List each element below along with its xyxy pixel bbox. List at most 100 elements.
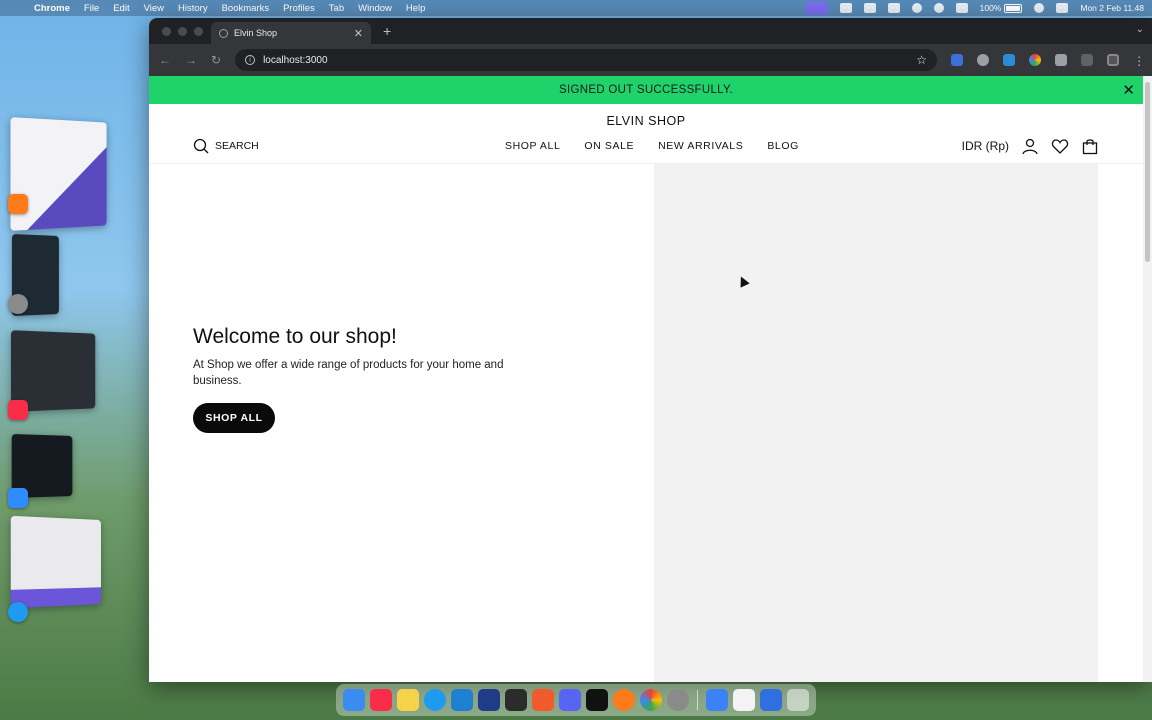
search-button[interactable]: SEARCH xyxy=(193,138,259,154)
document-icon[interactable] xyxy=(733,689,755,711)
site-header-nav: SEARCH SHOP ALL ON SALE NEW ARRIVALS BLO… xyxy=(149,128,1143,164)
header-actions: IDR (Rp) xyxy=(962,137,1099,155)
menubar-item-view[interactable]: View xyxy=(144,3,164,14)
page-scrollbar[interactable] xyxy=(1143,76,1152,682)
hero-image-placeholder xyxy=(654,164,1098,682)
control-center-icon[interactable] xyxy=(1056,3,1068,13)
search-icon xyxy=(193,138,209,154)
vscode-icon[interactable] xyxy=(451,689,473,711)
reload-icon[interactable]: ↻ xyxy=(211,53,221,67)
notes-icon[interactable] xyxy=(397,689,419,711)
forward-arrow-icon[interactable]: → xyxy=(185,53,197,67)
back-arrow-icon[interactable]: ← xyxy=(159,53,171,67)
chevron-down-icon[interactable]: ⌄ xyxy=(1136,24,1144,35)
music-icon xyxy=(8,400,28,420)
terminal-icon[interactable] xyxy=(586,689,608,711)
trash-icon[interactable] xyxy=(787,689,809,711)
nav-new-arrivals[interactable]: NEW ARRIVALS xyxy=(658,140,743,152)
puzzle-icon[interactable] xyxy=(1081,54,1093,66)
status-app-icon[interactable] xyxy=(840,3,852,13)
color-picker-icon[interactable] xyxy=(1029,54,1041,66)
banner-message: SIGNED OUT SUCCESSFULLY. xyxy=(559,84,733,96)
css-app-icon[interactable] xyxy=(706,689,728,711)
close-icon[interactable]: ✕ xyxy=(354,27,363,40)
menubar-clock[interactable]: Mon 2 Feb 11.48 xyxy=(1080,3,1144,13)
currency-selector[interactable]: IDR (Rp) xyxy=(962,139,1009,153)
screen-record-icon[interactable] xyxy=(806,2,828,15)
tab-title: Elvin Shop xyxy=(234,28,348,38)
firefox-icon[interactable] xyxy=(613,689,635,711)
menubar-item-file[interactable]: File xyxy=(84,3,99,14)
chrome-window: Elvin Shop ✕ + ⌄ ← → ↻ i localhost:3000 … xyxy=(149,18,1152,682)
safari-icon[interactable] xyxy=(424,689,446,711)
git-app-icon[interactable] xyxy=(532,689,554,711)
bluetooth-icon[interactable] xyxy=(956,3,968,13)
menubar-app-name[interactable]: Chrome xyxy=(34,3,70,14)
shopping-bag-icon[interactable] xyxy=(1081,137,1099,155)
firefox-icon xyxy=(8,194,28,214)
hero-title: Welcome to our shop! xyxy=(193,325,654,349)
stage-window-thumbnail[interactable] xyxy=(11,516,101,608)
finder-icon[interactable] xyxy=(343,689,365,711)
hero-text-panel: Welcome to our shop! At Shop we offer a … xyxy=(149,164,654,682)
menubar-item-bookmarks[interactable]: Bookmarks xyxy=(222,3,270,14)
clock-icon[interactable] xyxy=(912,3,922,13)
site-logo[interactable]: ELVIN SHOP xyxy=(149,114,1143,128)
browser-toolbar: ← → ↻ i localhost:3000 ☆ ⋮ xyxy=(149,44,1152,76)
extension-icon[interactable] xyxy=(951,54,963,66)
menubar-item-tab[interactable]: Tab xyxy=(329,3,344,14)
heart-icon[interactable] xyxy=(1051,137,1069,155)
react-devtools-icon[interactable] xyxy=(977,54,989,66)
discord-icon[interactable] xyxy=(559,689,581,711)
extension-icon[interactable] xyxy=(1055,54,1067,66)
headphones-icon[interactable] xyxy=(934,3,944,13)
profile-avatar-icon[interactable] xyxy=(1107,54,1119,66)
search-label: SEARCH xyxy=(215,140,259,152)
status-app-icon[interactable] xyxy=(864,3,876,13)
menubar-item-window[interactable]: Window xyxy=(358,3,392,14)
safari-icon xyxy=(8,602,28,622)
more-menu-icon[interactable]: ⋮ xyxy=(1133,54,1145,66)
new-tab-button[interactable]: + xyxy=(383,23,391,39)
minimize-window-button[interactable] xyxy=(178,27,187,36)
menubar-item-help[interactable]: Help xyxy=(406,3,426,14)
notification-banner: SIGNED OUT SUCCESSFULLY. ✕ xyxy=(149,76,1143,104)
battery-percent: 100% xyxy=(980,3,1002,13)
xcode-icon[interactable] xyxy=(478,689,500,711)
stage-window-thumbnail[interactable] xyxy=(10,117,106,231)
nav-on-sale[interactable]: ON SALE xyxy=(584,140,634,152)
dock-divider xyxy=(697,690,698,710)
app-store-icon[interactable] xyxy=(760,689,782,711)
macos-menubar: Chrome File Edit View History Bookmarks … xyxy=(0,0,1152,16)
main-menu: SHOP ALL ON SALE NEW ARRIVALS BLOG xyxy=(505,140,799,152)
scrollbar-thumb[interactable] xyxy=(1145,82,1150,262)
window-controls xyxy=(162,27,203,36)
close-window-button[interactable] xyxy=(162,27,171,36)
music-icon[interactable] xyxy=(370,689,392,711)
macos-dock xyxy=(336,684,816,716)
extensions-bar: ⋮ xyxy=(951,54,1145,66)
nav-shop-all[interactable]: SHOP ALL xyxy=(505,140,560,152)
stage-manager-strip xyxy=(0,110,140,630)
menubar-item-profiles[interactable]: Profiles xyxy=(283,3,315,14)
bookmark-star-icon[interactable]: ☆ xyxy=(916,53,927,67)
close-icon[interactable]: ✕ xyxy=(1122,81,1135,99)
zoom-window-button[interactable] xyxy=(194,27,203,36)
mouse-cursor-icon xyxy=(736,274,749,287)
menubar-item-edit[interactable]: Edit xyxy=(113,3,129,14)
chrome-icon[interactable] xyxy=(640,689,662,711)
url-text: localhost:3000 xyxy=(263,55,908,66)
battery-status[interactable]: 100% xyxy=(980,3,1023,13)
terminal-app-icon[interactable] xyxy=(505,689,527,711)
site-info-icon[interactable]: i xyxy=(245,55,255,65)
settings-icon[interactable] xyxy=(667,689,689,711)
shop-all-button[interactable]: SHOP ALL xyxy=(193,403,275,433)
nav-blog[interactable]: BLOG xyxy=(767,140,799,152)
extension-icon[interactable] xyxy=(1003,54,1015,66)
address-bar[interactable]: i localhost:3000 ☆ xyxy=(235,49,937,71)
menubar-item-history[interactable]: History xyxy=(178,3,208,14)
wifi-icon[interactable] xyxy=(1034,3,1044,13)
layers-icon[interactable] xyxy=(888,3,900,13)
browser-tab[interactable]: Elvin Shop ✕ xyxy=(211,22,371,44)
user-icon[interactable] xyxy=(1021,137,1039,155)
